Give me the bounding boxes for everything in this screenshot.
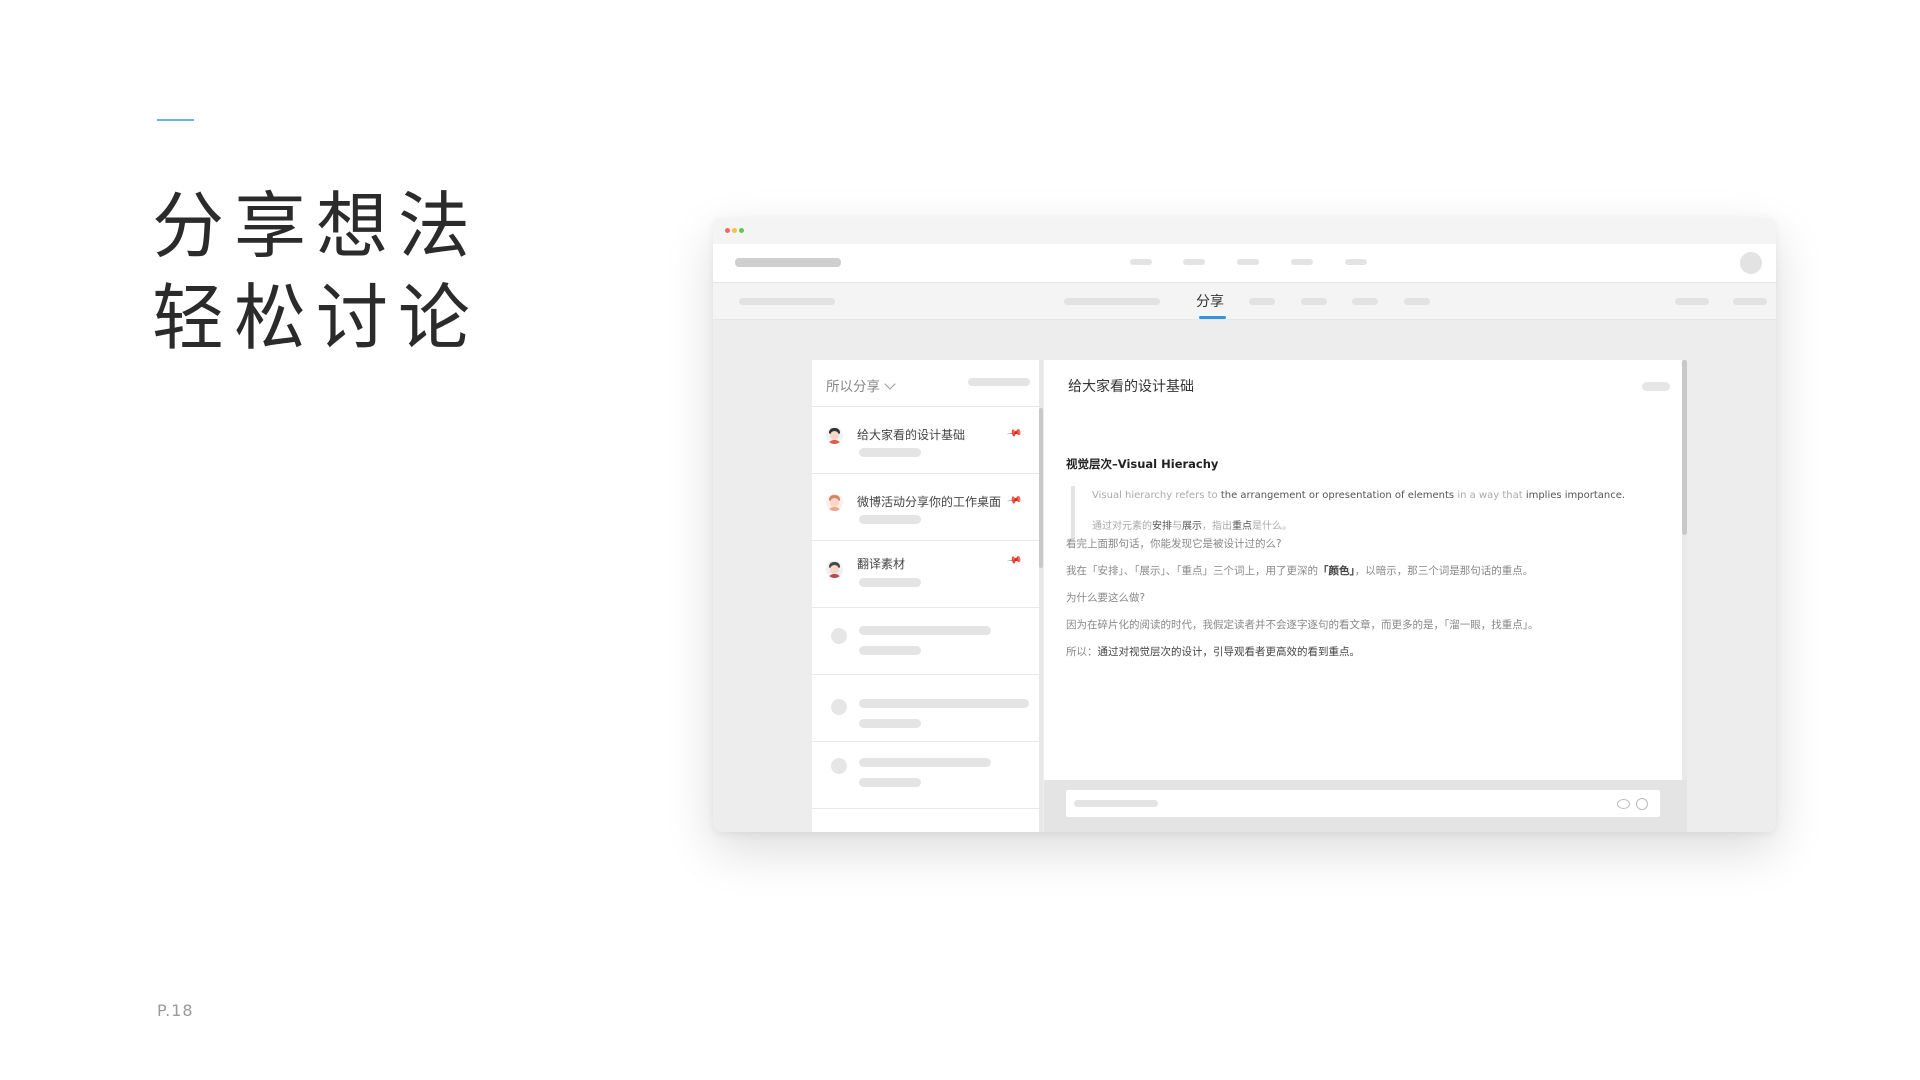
title-placeholder	[859, 758, 991, 767]
body-line-2: 我在「安排」、「展示」、「重点」三个词上，用了更深的「颜色」，以暗示，那三个词是…	[1066, 565, 1534, 577]
title-placeholder	[859, 699, 1029, 708]
list-item-meta-placeholder	[859, 448, 921, 457]
subnav-tab-placeholder[interactable]	[1064, 298, 1160, 305]
sub-navigation: 分享	[713, 283, 1776, 320]
section-heading: 视觉层次–Visual Hierachy	[1066, 457, 1219, 471]
chevron-down-icon	[884, 378, 896, 390]
list-item[interactable]: 翻译素材 📌	[812, 541, 1039, 608]
body-line-4: 因为在碎片化的阅读的时代，我假定读者并不会逐字逐句的看文章，而更多的是，「溜一眼…	[1066, 619, 1539, 631]
meta-placeholder	[859, 646, 921, 655]
meta-placeholder	[859, 719, 921, 728]
app-window: 分享 所以分享 给大家看的设计基础 📌 微博活动分享你的工作桌面 📌 翻译素材 …	[713, 218, 1776, 832]
list-item-title: 给大家看的设计基础	[857, 428, 966, 442]
subnav-tab-placeholder[interactable]	[1404, 298, 1430, 305]
eye-icon[interactable]	[1617, 799, 1630, 809]
title-placeholder	[859, 626, 991, 635]
post-content: 给大家看的设计基础 视觉层次–Visual Hierachy Visual hi…	[1044, 360, 1682, 780]
list-item-title: 微博活动分享你的工作桌面	[857, 495, 1002, 509]
minimize-window-dot[interactable]	[732, 228, 737, 233]
user-avatar[interactable]	[1740, 252, 1762, 274]
pin-icon[interactable]: 📌	[1006, 425, 1023, 441]
active-tab-indicator	[1199, 316, 1226, 319]
pin-icon[interactable]: 📌	[1006, 552, 1023, 568]
content-scrollbar[interactable]	[1682, 360, 1687, 832]
nav-item-placeholder[interactable]	[1291, 259, 1313, 265]
post-title: 给大家看的设计基础	[1068, 379, 1194, 395]
headline-line-1: 分享想法	[152, 184, 481, 268]
subnav-right-placeholder[interactable]	[1675, 298, 1709, 305]
subnav-tab-placeholder[interactable]	[1249, 298, 1275, 305]
accent-line	[157, 119, 194, 121]
page-title: 分享想法 轻松讨论	[152, 180, 480, 364]
list-item[interactable]: 微博活动分享你的工作桌面 📌	[812, 474, 1039, 541]
nav-item-placeholder[interactable]	[1237, 259, 1259, 265]
filter-label: 所以分享	[826, 379, 880, 395]
subnav-left-placeholder	[739, 298, 835, 305]
subnav-tab-placeholder[interactable]	[1301, 298, 1327, 305]
more-options-placeholder[interactable]	[1642, 382, 1670, 391]
list-item[interactable]: 给大家看的设计基础 📌	[812, 407, 1039, 474]
list-scrollbar[interactable]	[1039, 360, 1043, 832]
headline-line-2: 轻松讨论	[152, 276, 481, 360]
meta-placeholder	[859, 778, 921, 787]
scrollbar-thumb[interactable]	[1682, 360, 1687, 535]
quote-english: Visual hierarchy refers to the arrangeme…	[1092, 490, 1626, 501]
avatar-placeholder	[831, 758, 847, 774]
window-titlebar	[713, 218, 1776, 244]
list-item-meta-placeholder	[859, 515, 921, 524]
quote-chinese: 通过对元素的安排与展示，指出重点是什么。	[1092, 521, 1292, 532]
share-list: 所以分享 给大家看的设计基础 📌 微博活动分享你的工作桌面 📌 翻译素材 📌	[812, 360, 1039, 832]
page-number: P.18	[157, 1001, 194, 1020]
quote-bar	[1071, 486, 1075, 538]
list-item-meta-placeholder	[859, 578, 921, 587]
body-line-5: 所以：通过对视觉层次的设计，引导观看者更高效的看到重点。	[1066, 646, 1360, 658]
list-item-title: 翻译素材	[857, 557, 906, 571]
subnav-right-placeholder[interactable]	[1733, 298, 1767, 305]
input-placeholder	[1074, 800, 1158, 807]
subnav-tab-placeholder[interactable]	[1352, 298, 1378, 305]
comment-area	[1044, 780, 1687, 832]
close-window-dot[interactable]	[725, 228, 730, 233]
avatar-icon	[826, 494, 843, 511]
emoji-icon[interactable]	[1636, 798, 1648, 810]
tab-share[interactable]: 分享	[1196, 291, 1224, 311]
list-item[interactable]	[812, 742, 1039, 809]
list-item[interactable]	[812, 675, 1039, 742]
avatar-icon	[826, 427, 843, 444]
nav-item-placeholder[interactable]	[1345, 259, 1367, 265]
pin-icon[interactable]: 📌	[1006, 492, 1023, 508]
logo-placeholder	[735, 258, 841, 267]
list-action-placeholder[interactable]	[968, 378, 1030, 386]
body-line-1: 看完上面那句话，你能发现它是被设计过的么?	[1066, 538, 1282, 550]
top-navigation	[713, 244, 1776, 283]
nav-item-placeholder[interactable]	[1130, 259, 1152, 265]
avatar-placeholder	[831, 699, 847, 715]
scrollbar-thumb[interactable]	[1039, 408, 1043, 568]
maximize-window-dot[interactable]	[739, 228, 744, 233]
comment-input[interactable]	[1066, 790, 1660, 817]
avatar-icon	[826, 561, 843, 578]
nav-item-placeholder[interactable]	[1183, 259, 1205, 265]
list-item[interactable]	[812, 608, 1039, 675]
avatar-placeholder	[831, 628, 847, 644]
body-line-3: 为什么要这么做?	[1066, 592, 1146, 604]
list-header: 所以分享	[812, 360, 1039, 407]
filter-dropdown[interactable]: 所以分享	[826, 375, 896, 395]
